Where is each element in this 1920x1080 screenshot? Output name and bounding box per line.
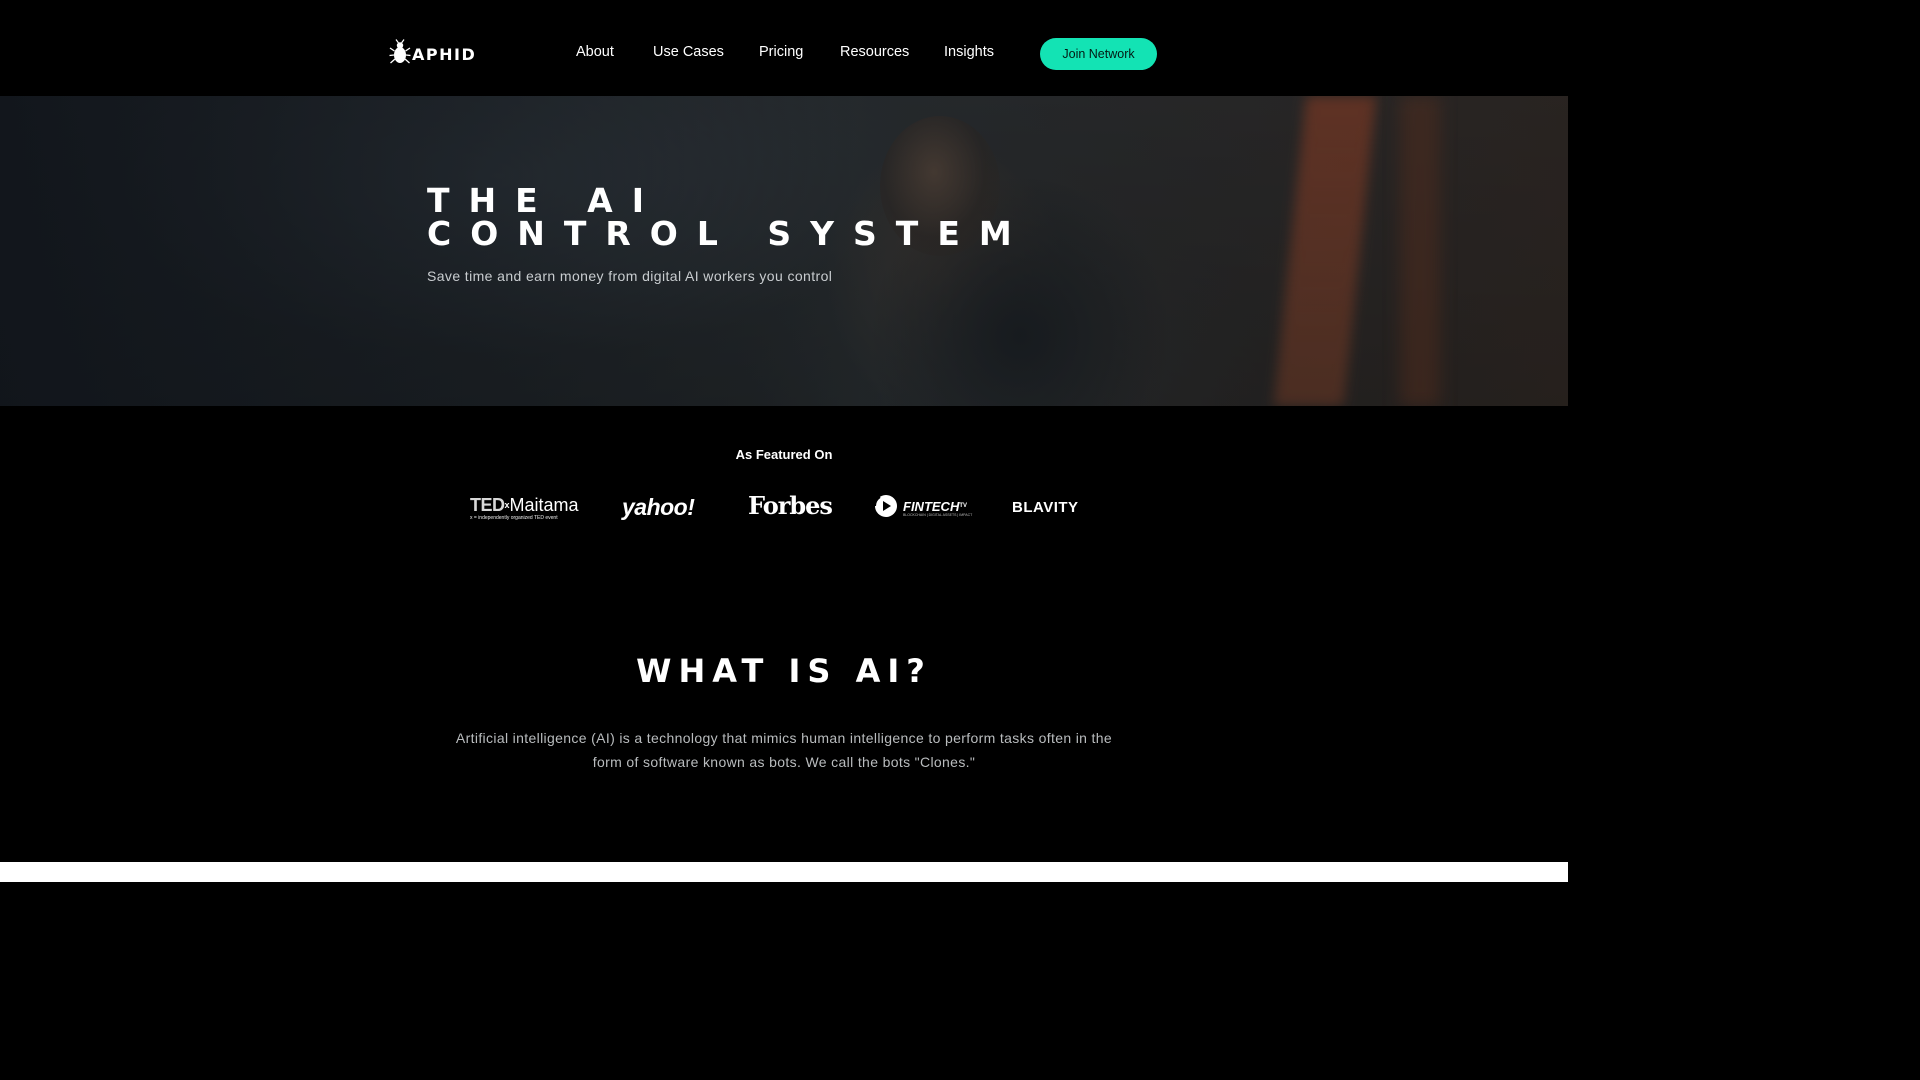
what-is-ai-body: Artificial intelligence (AI) is a techno…	[455, 730, 1113, 770]
hero-title: THE AI CONTROL SYSTEM	[427, 184, 1031, 250]
ted-event-name: Maitama	[509, 495, 579, 515]
hero-title-line1: THE AI	[427, 181, 663, 220]
nav-resources[interactable]: Resources	[840, 44, 909, 60]
tedx-maitama-logo: TEDxMaitama x = independently organized …	[470, 496, 579, 521]
hero-banner: THE AI CONTROL SYSTEM Save time and earn…	[0, 96, 1568, 406]
hero-background-detail	[1273, 96, 1377, 406]
fintech-tv-mark: TV	[959, 502, 968, 509]
hero-subtitle: Save time and earn money from digital AI…	[427, 268, 833, 284]
featured-label: As Featured On	[735, 447, 833, 462]
yahoo-logo: yahoo!	[622, 494, 695, 520]
hero-title-line2: CONTROL SYSTEM	[427, 214, 1031, 253]
forbes-logo: Forbes	[748, 491, 833, 520]
nav-insights[interactable]: Insights	[944, 44, 994, 60]
nav-pricing[interactable]: Pricing	[759, 44, 803, 60]
hero-background-detail	[1400, 96, 1440, 406]
fintech-wordmark: FINTECH	[903, 498, 960, 514]
ted-wordmark: TED	[470, 495, 505, 515]
nav-about[interactable]: About	[576, 44, 614, 60]
what-is-ai-title: WHAT IS AI?	[636, 652, 932, 690]
nav-use-cases[interactable]: Use Cases	[653, 44, 724, 60]
blavity-logo: BLAVITY	[1012, 499, 1079, 516]
fintech-tv-logo: FINTECHTV BLOCKCHAIN | DIGITAL ASSETS | …	[874, 494, 972, 523]
page-bottom-divider	[0, 862, 1568, 882]
press-logos: TEDxMaitama x = independently organized …	[0, 486, 1568, 530]
ted-tagline: x = independently organized TED event	[470, 515, 558, 521]
fintech-play-icon	[874, 494, 898, 523]
join-network-button[interactable]: Join Network	[1040, 38, 1157, 70]
top-nav: APHID About Use Cases Pricing Resources …	[0, 0, 1568, 96]
nav-links: About Use Cases Pricing Resources Insigh…	[0, 44, 1568, 64]
fintech-tagline: BLOCKCHAIN | DIGITAL ASSETS | IMPACT	[903, 512, 973, 517]
